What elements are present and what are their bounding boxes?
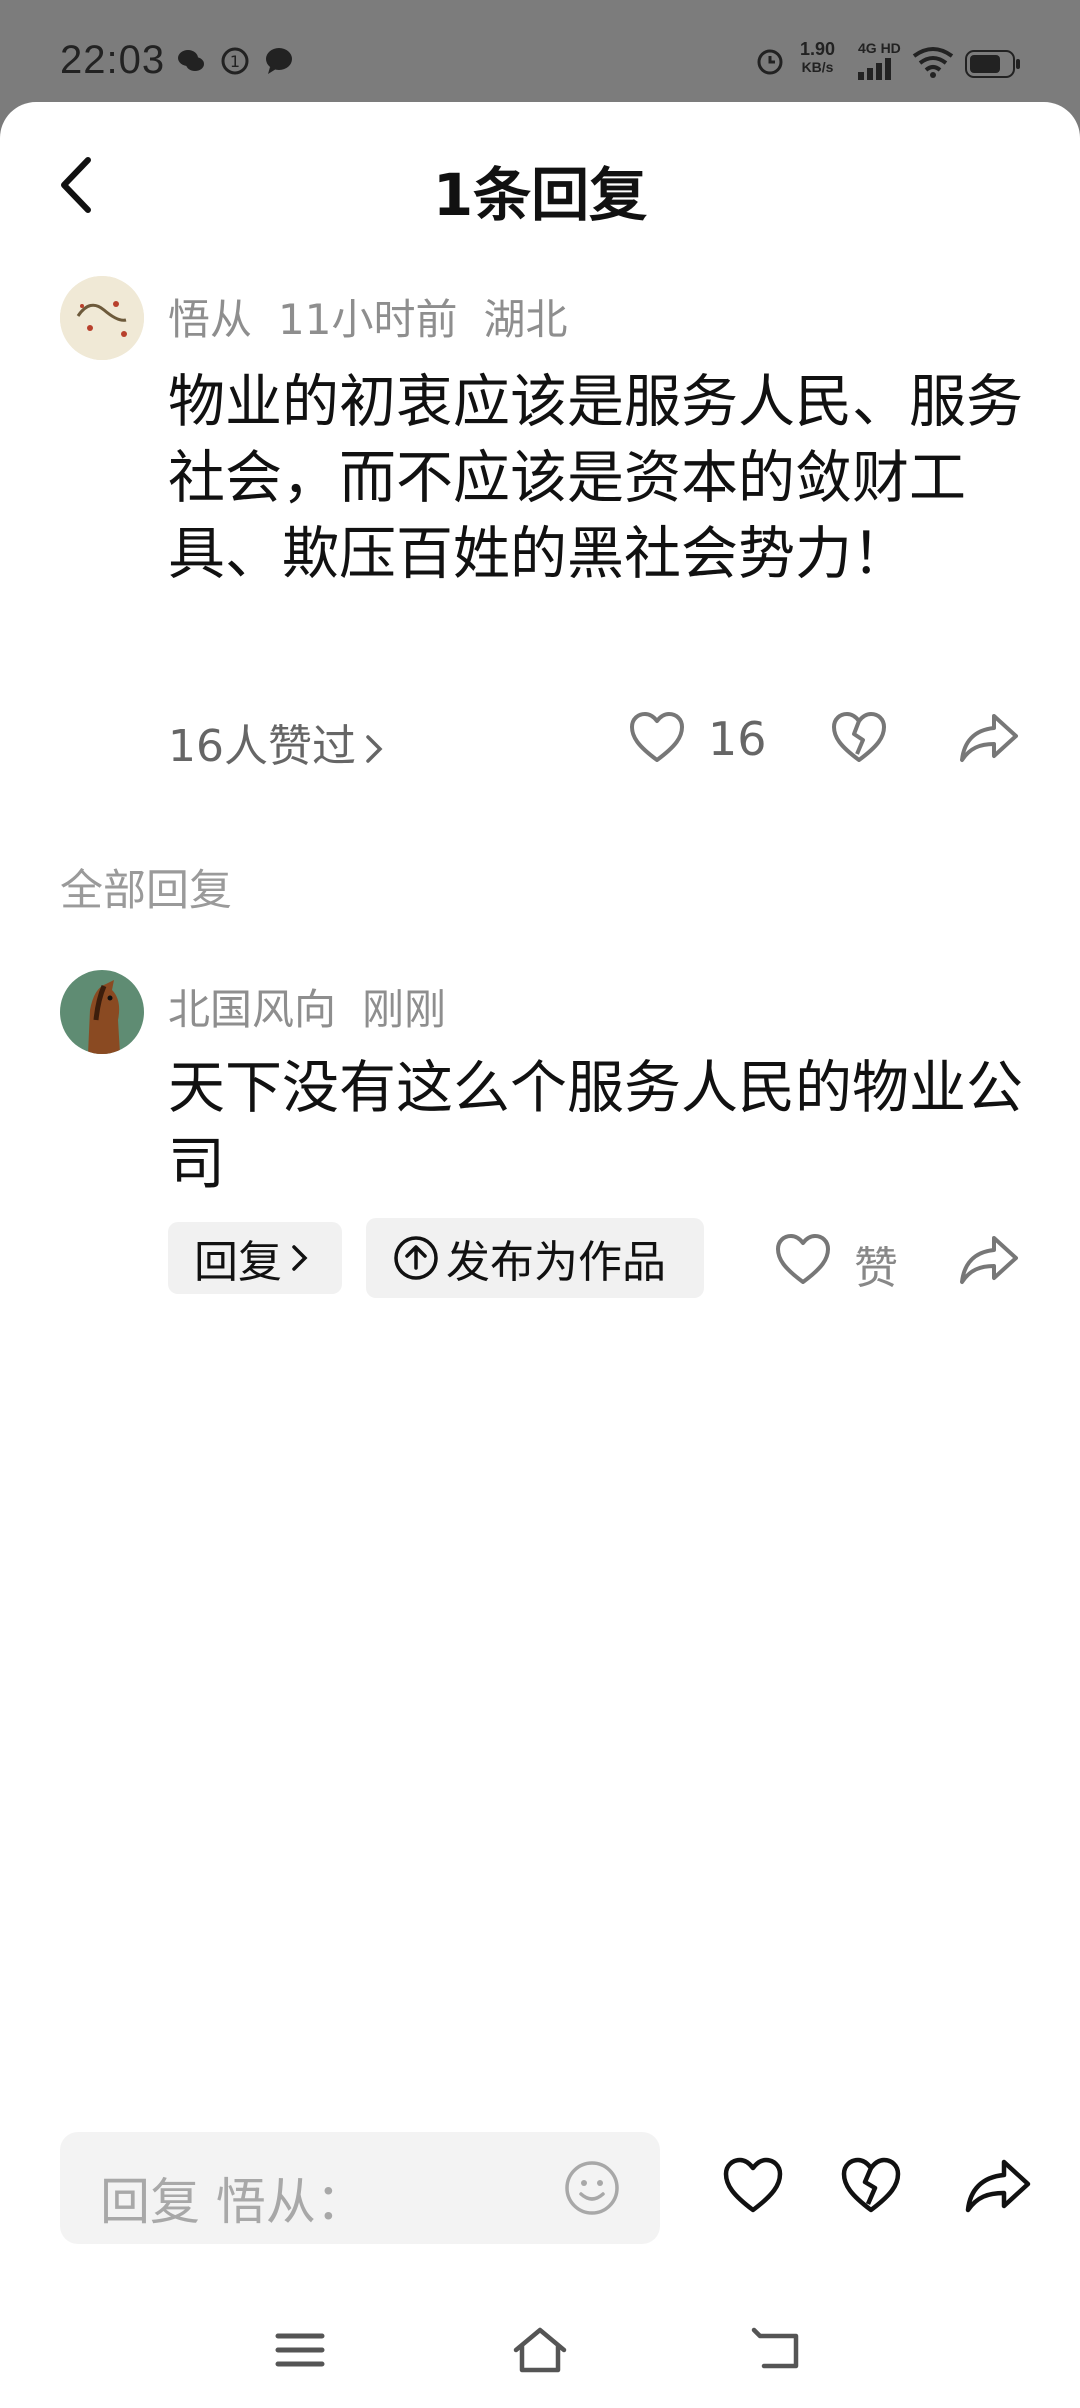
reply-meta: 北国风向 刚刚 <box>168 976 446 1037</box>
message-icon <box>266 48 292 74</box>
avatar-image <box>60 276 144 360</box>
likers-link[interactable]: 16人赞过 <box>168 710 386 774</box>
reply-like-icon[interactable] <box>774 1232 832 1288</box>
signal-icon <box>858 58 891 80</box>
chevron-right-icon <box>366 735 383 763</box>
page-title: 1条回复 <box>432 161 648 229</box>
bottom-share-icon[interactable] <box>964 2156 1032 2216</box>
reply-author[interactable]: 北国风向 <box>168 985 336 1034</box>
comment-text: 物业的初衷应该是服务人民、服务社会，而不应该是资本的敛财工具、欺压百姓的黑社会势… <box>168 369 1023 587</box>
chevron-right-icon <box>292 1245 308 1271</box>
reply-button-label: 回复 <box>194 1237 282 1288</box>
bottom-dislike-icon[interactable] <box>840 2156 902 2216</box>
reply-text: 天下没有这么个服务人民的物业公司 <box>168 1055 1023 1197</box>
reply-like-label: 赞 <box>854 1243 898 1294</box>
status-time: 22:03 <box>60 38 166 82</box>
home-icon[interactable] <box>510 2320 570 2380</box>
section-all-replies: 全部回复 <box>60 866 232 916</box>
bottom-like-icon[interactable] <box>722 2156 784 2216</box>
reply-time: 刚刚 <box>362 985 447 1034</box>
like-icon[interactable] <box>628 710 686 766</box>
upload-icon <box>394 1236 438 1280</box>
reply-avatar[interactable] <box>60 970 144 1054</box>
wechat-icon <box>178 50 204 71</box>
comment-meta: 悟从 11小时前 湖北 <box>168 286 567 347</box>
app-notification-icon: 1 <box>221 47 249 75</box>
network-type: 4G HD <box>858 40 901 56</box>
reply-button[interactable]: 回复 <box>168 1222 342 1294</box>
dislike-icon[interactable] <box>830 710 888 766</box>
horse-avatar-image <box>60 970 144 1054</box>
svg-text:1: 1 <box>230 52 240 71</box>
likers-label: 16人赞过 <box>168 721 356 772</box>
comment-author[interactable]: 悟从 <box>168 295 252 344</box>
menu-icon[interactable] <box>270 2320 330 2380</box>
reply-input-placeholder: 回复 悟从： <box>100 2173 366 2231</box>
network-speed: 1.90 KB/s <box>800 39 836 75</box>
comment-time: 11小时前 <box>278 295 458 344</box>
battery-icon <box>965 50 1020 78</box>
publish-as-work-button[interactable]: 发布为作品 <box>366 1218 704 1298</box>
wifi-icon <box>912 47 954 78</box>
alarm-icon <box>757 49 783 75</box>
share-icon[interactable] <box>958 710 1020 766</box>
status-bar: 22:03 1 1.90 KB/s 4G HD <box>0 0 1080 110</box>
comment-location: 湖北 <box>483 295 568 344</box>
like-count: 16 <box>708 712 767 766</box>
back-nav-icon[interactable] <box>750 2320 810 2380</box>
emoji-icon[interactable] <box>564 2160 620 2216</box>
avatar[interactable] <box>60 276 144 360</box>
publish-button-label: 发布为作品 <box>446 1237 666 1288</box>
reply-input[interactable]: 回复 悟从： <box>60 2132 660 2244</box>
reply-share-icon[interactable] <box>958 1232 1020 1288</box>
